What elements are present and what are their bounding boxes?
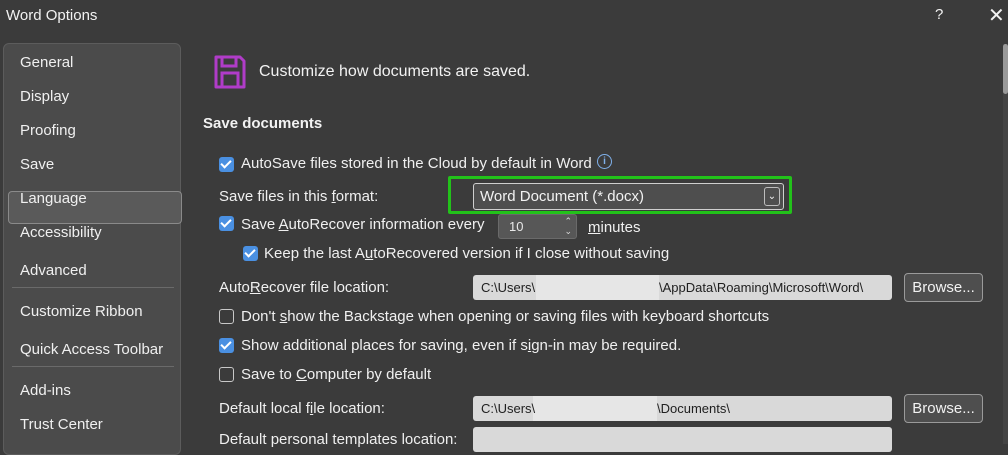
chevron-down-icon[interactable]: ⌄ [564,226,572,237]
sidebar-item-general[interactable]: General [20,54,73,71]
browse-autorecover-button[interactable]: Browse... [904,273,983,302]
backstage-checkbox[interactable] [219,309,234,324]
sidebar-item-accessibility[interactable]: Accessibility [20,224,102,241]
format-select[interactable]: Word Document (*.docx) ⌄ [473,183,784,210]
autorecover-location-input[interactable]: C:\Users\ \AppData\Roaming\Microsoft\Wor… [473,275,892,300]
autorecover-checkbox[interactable] [219,216,234,231]
personal-templates-label: Default personal templates location: [219,431,458,448]
keep-last-checkbox[interactable] [243,246,258,261]
sidebar-item-display[interactable]: Display [20,88,69,105]
sidebar-item-customize-ribbon[interactable]: Customize Ribbon [20,303,143,320]
sidebar: General Display Proofing Save Language A… [3,43,182,455]
section-title: Save documents [203,115,323,132]
window-title: Word Options [6,7,98,24]
backstage-label: Don't show the Backstage when opening or… [241,308,770,325]
sidebar-divider [12,287,174,288]
format-select-value: Word Document (*.docx) [480,188,644,205]
keep-last-label: Keep the last AutoRecovered version if I… [264,245,670,262]
format-label: Save files in this format: [219,188,379,205]
sidebar-item-advanced[interactable]: Advanced [20,262,87,279]
sidebar-divider [12,366,174,367]
additional-places-checkbox[interactable] [219,338,234,353]
default-local-location-input[interactable]: C:\Users\ \Documents\ [473,396,892,421]
redacted-username [536,275,659,300]
minutes-value: 10 [509,219,524,234]
scrollbar-thumb[interactable] [1003,44,1008,94]
sidebar-item-language[interactable]: Language [20,190,87,207]
info-icon[interactable]: i [597,154,612,169]
title-bar [0,0,1008,34]
autorecover-location-label: AutoRecover file location: [219,279,390,296]
autorecover-minutes-stepper[interactable]: 10 ⌃ ⌄ [498,214,577,239]
sidebar-item-trust-center[interactable]: Trust Center [20,416,103,433]
redacted-username [533,396,657,421]
chevron-down-icon[interactable]: ⌄ [764,187,780,206]
save-to-computer-label: Save to Computer by default [241,366,432,383]
minutes-label: minutes [588,219,641,236]
sidebar-item-proofing[interactable]: Proofing [20,122,76,139]
scrollbar[interactable] [1003,44,1008,444]
help-icon[interactable]: ? [935,6,943,23]
close-icon[interactable]: ✕ [988,3,1005,28]
save-disk-icon [214,55,246,89]
sidebar-item-quick-access-toolbar[interactable]: Quick Access Toolbar [20,341,163,358]
path-start: C:\Users\ [481,401,536,416]
autorecover-label: Save AutoRecover information every [241,216,485,233]
browse-default-local-button[interactable]: Browse... [904,394,983,423]
sidebar-item-save[interactable]: Save [20,156,54,173]
path-end: \Documents\ [657,401,730,416]
path-end: \AppData\Roaming\Microsoft\Word\ [659,280,864,295]
path-start: C:\Users\ [481,280,536,295]
save-to-computer-checkbox[interactable] [219,367,234,382]
sidebar-item-add-ins[interactable]: Add-ins [20,382,71,399]
autosave-label: AutoSave files stored in the Cloud by de… [241,155,592,172]
autosave-checkbox[interactable] [219,157,234,172]
default-local-location-label: Default local file location: [219,400,385,417]
additional-places-label: Show additional places for saving, even … [241,337,682,354]
personal-templates-input[interactable] [473,427,892,452]
page-heading: Customize how documents are saved. [259,63,531,80]
